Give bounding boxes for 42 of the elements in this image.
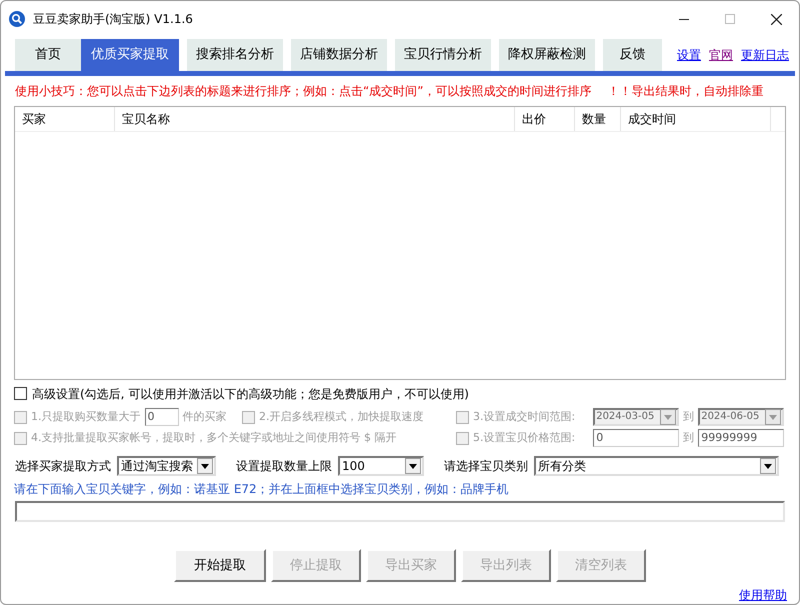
- action-button[interactable]: 开始提取: [174, 549, 266, 582]
- tab[interactable]: 优质买家提取: [81, 39, 179, 71]
- keyword-input-field[interactable]: [15, 501, 785, 522]
- tab[interactable]: 宝贝行情分析: [395, 39, 491, 71]
- minimize-icon: [679, 18, 689, 20]
- maximize-icon: [725, 14, 735, 24]
- tab[interactable]: 降权屏蔽检测: [499, 39, 595, 71]
- option-label: 3.设置成交时间范围:: [473, 408, 576, 425]
- warning-text: ！！导出结果时，自动排除重: [607, 83, 764, 100]
- tip-text: 使用小技巧：您可以点击下边列表的标题来进行排序；例如：点击“成交时间”，可以按照成交的时间进行排序: [15, 83, 592, 100]
- option-label: 4.支持批量提取买家帐号，提取时，多个关键字或地址之间使用符号 $ 隔开: [31, 430, 396, 446]
- dropdown[interactable]: 通过淘宝搜索: [117, 456, 216, 476]
- select-label: 选择买家提取方式: [15, 458, 111, 476]
- window-title: 豆豆卖家助手(淘宝版) V1.1.6: [33, 11, 193, 28]
- column-header[interactable]: 成交时间: [621, 107, 771, 131]
- column-header[interactable]: 出价: [515, 107, 575, 131]
- advanced-settings-label: 高级设置(勾选后, 可以使用并激活以下的高级功能；您是免费版用户，不可以使用): [32, 386, 469, 403]
- header-link[interactable]: 更新日志: [741, 46, 789, 64]
- tab[interactable]: 反馈: [603, 39, 662, 71]
- hint-text: 请在下面输入宝贝关键字，例如：诺基亚 E72；并在上面框中选择宝贝类别，例如：品牌手机: [14, 481, 509, 498]
- range-separator: 到: [683, 408, 694, 425]
- dropdown[interactable]: 所有分类: [534, 456, 779, 476]
- column-header[interactable]: 数量: [575, 107, 621, 131]
- option-label: 件的买家: [182, 408, 226, 425]
- option-label: 2.开启多线程模式，加快提取速度: [259, 408, 424, 425]
- app-logo-icon: [9, 11, 25, 27]
- range-separator: 到: [683, 430, 694, 446]
- dropdown[interactable]: 100: [338, 456, 424, 476]
- option-label: 5.设置宝贝价格范围:: [473, 430, 576, 446]
- checkbox[interactable]: [14, 387, 27, 400]
- select-label: 设置提取数量上限: [236, 458, 332, 476]
- column-header[interactable]: 买家: [15, 107, 115, 131]
- close-icon: [770, 14, 782, 24]
- select-label: 请选择宝贝类别: [444, 458, 528, 476]
- header-link[interactable]: 官网: [709, 46, 733, 64]
- column-header[interactable]: 宝贝名称: [115, 107, 515, 131]
- tab[interactable]: 店铺数据分析: [291, 39, 387, 71]
- header-link[interactable]: 设置: [677, 46, 701, 64]
- tab[interactable]: 首页: [15, 39, 81, 71]
- tab[interactable]: 搜索排名分析: [187, 39, 283, 71]
- option-label: 1.只提取购买数量大于: [31, 408, 140, 425]
- help-link[interactable]: 使用帮助: [739, 586, 787, 604]
